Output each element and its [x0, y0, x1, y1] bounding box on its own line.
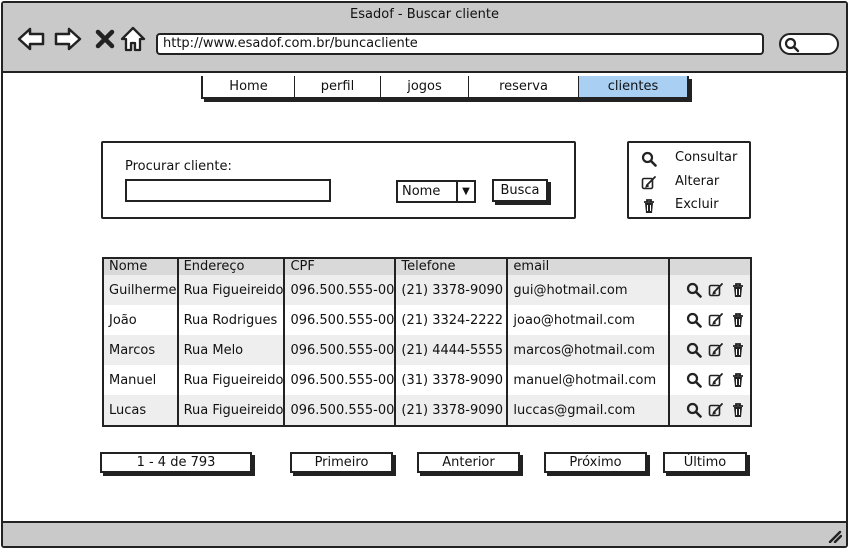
window-title: Esadof - Buscar cliente [350, 7, 499, 22]
trash-icon[interactable] [730, 342, 746, 358]
cell-telefone: (21) 3378-9090 [395, 275, 509, 305]
tab-home[interactable]: Home [203, 76, 295, 97]
cell-email: manuel@hotmail.com [507, 365, 671, 395]
cell-cpf: 096.500.555-00 [284, 275, 397, 305]
trash-icon[interactable] [730, 402, 746, 418]
tab-jogos[interactable]: jogos [381, 76, 469, 97]
home-icon[interactable] [119, 25, 147, 53]
actions-legend: Consultar Alterar Excluir [627, 141, 751, 219]
cell-telefone: (21) 3378-9090 [395, 395, 509, 425]
cell-endereco: Rua Figueireido [177, 275, 286, 305]
cell-telefone: (31) 3378-9090 [395, 365, 509, 395]
main-nav-tabs: Home perfil jogos reserva clientes [201, 76, 689, 99]
cell-cpf: 096.500.555-00 [284, 305, 397, 335]
trash-icon[interactable] [730, 372, 746, 388]
tab-clientes[interactable]: clientes [579, 76, 687, 97]
edit-icon[interactable] [708, 402, 724, 418]
cell-endereco: Rua Rodrigues [177, 305, 286, 335]
search-icon[interactable] [686, 372, 702, 388]
table-row[interactable]: Manuel Rua Figueireido 096.500.555-00 (31) … [104, 365, 750, 395]
edit-icon[interactable] [708, 282, 724, 298]
row-actions [669, 395, 750, 425]
browser-search-field[interactable] [779, 33, 839, 55]
legend-excluir-label: Excluir [675, 197, 719, 212]
last-page-button[interactable]: Último [663, 452, 747, 473]
address-bar[interactable]: http://www.esadof.com.br/buncacliente [156, 33, 764, 55]
search-icon [641, 151, 657, 167]
search-button[interactable]: Busca [492, 179, 548, 202]
search-icon[interactable] [686, 402, 702, 418]
table-row[interactable]: Lucas Rua Figueireido 096.500.555-00 (21) 3… [104, 395, 750, 425]
cell-nome: João [104, 305, 179, 335]
status-bar [3, 521, 846, 546]
table-row[interactable]: João Rua Rodrigues 096.500.555-00 (21) 3324… [104, 305, 750, 335]
search-icon [784, 37, 800, 53]
cell-nome: Guilherme [104, 275, 179, 305]
cell-cpf: 096.500.555-00 [284, 335, 397, 365]
edit-icon[interactable] [708, 372, 724, 388]
cell-email: joao@hotmail.com [507, 305, 671, 335]
col-header-nome[interactable]: Nome [104, 259, 179, 275]
col-header-cpf[interactable]: CPF [284, 259, 397, 275]
cell-email: luccas@gmail.com [507, 395, 671, 425]
cell-endereco: Rua Figueireido [177, 365, 286, 395]
table-row[interactable]: Marcos Rua Melo 096.500.555-00 (21) 4444-55… [104, 335, 750, 365]
search-label: Procurar cliente: [125, 159, 232, 174]
cell-endereco: Rua Figueireido [177, 395, 286, 425]
table-row[interactable]: Guilherme Rua Figueireido 096.500.555-00 (2… [104, 275, 750, 305]
edit-icon[interactable] [708, 342, 724, 358]
edit-icon [641, 176, 656, 190]
legend-alterar-label: Alterar [675, 174, 720, 189]
trash-icon[interactable] [730, 282, 746, 298]
search-icon[interactable] [686, 282, 702, 298]
col-header-email[interactable]: email [507, 259, 671, 275]
cell-cpf: 096.500.555-00 [284, 365, 397, 395]
search-field-select[interactable]: Nome ▼ [396, 180, 476, 203]
cell-email: marcos@hotmail.com [507, 335, 671, 365]
search-field-select-value: Nome [402, 184, 441, 199]
next-page-button[interactable]: Próximo [544, 452, 647, 473]
clients-table: Nome Endereço CPF Telefone email Guilher… [102, 257, 752, 427]
row-actions [669, 305, 750, 335]
cell-nome: Manuel [104, 365, 179, 395]
search-panel: Procurar cliente: Nome ▼ Busca [101, 141, 576, 219]
resize-grip-icon[interactable] [826, 529, 842, 543]
cell-telefone: (21) 3324-2222 [395, 305, 509, 335]
browser-window: Esadof - Buscar cliente http://www.esado… [1, 1, 848, 548]
col-header-actions [669, 259, 750, 275]
cell-nome: Lucas [104, 395, 179, 425]
cell-nome: Marcos [104, 335, 179, 365]
back-arrow-icon[interactable] [17, 25, 45, 53]
cell-endereco: Rua Melo [177, 335, 286, 365]
cell-telefone: (21) 4444-5555 [395, 335, 509, 365]
row-actions [669, 275, 750, 305]
pagination-range: 1 - 4 de 793 [100, 452, 252, 473]
col-header-telefone[interactable]: Telefone [395, 259, 509, 275]
chevron-down-icon: ▼ [456, 182, 474, 201]
tab-reserva[interactable]: reserva [469, 76, 579, 97]
legend-consultar-label: Consultar [675, 150, 738, 165]
forward-arrow-icon[interactable] [54, 25, 82, 53]
close-x-icon[interactable] [91, 25, 119, 53]
first-page-button[interactable]: Primeiro [290, 452, 393, 473]
table-header-row: Nome Endereço CPF Telefone email [104, 259, 750, 275]
search-icon[interactable] [686, 342, 702, 358]
tab-perfil[interactable]: perfil [295, 76, 381, 97]
row-actions [669, 365, 750, 395]
cell-email: gui@hotmail.com [507, 275, 671, 305]
col-header-endereco[interactable]: Endereço [177, 259, 286, 275]
cell-cpf: 096.500.555-00 [284, 395, 397, 425]
trash-icon [644, 199, 654, 213]
prev-page-button[interactable]: Anterior [417, 452, 520, 473]
trash-icon[interactable] [730, 312, 746, 328]
search-icon[interactable] [686, 312, 702, 328]
edit-icon[interactable] [708, 312, 724, 328]
title-bar: Esadof - Buscar cliente http://www.esado… [3, 3, 846, 73]
row-actions [669, 335, 750, 365]
search-input[interactable] [125, 179, 331, 202]
